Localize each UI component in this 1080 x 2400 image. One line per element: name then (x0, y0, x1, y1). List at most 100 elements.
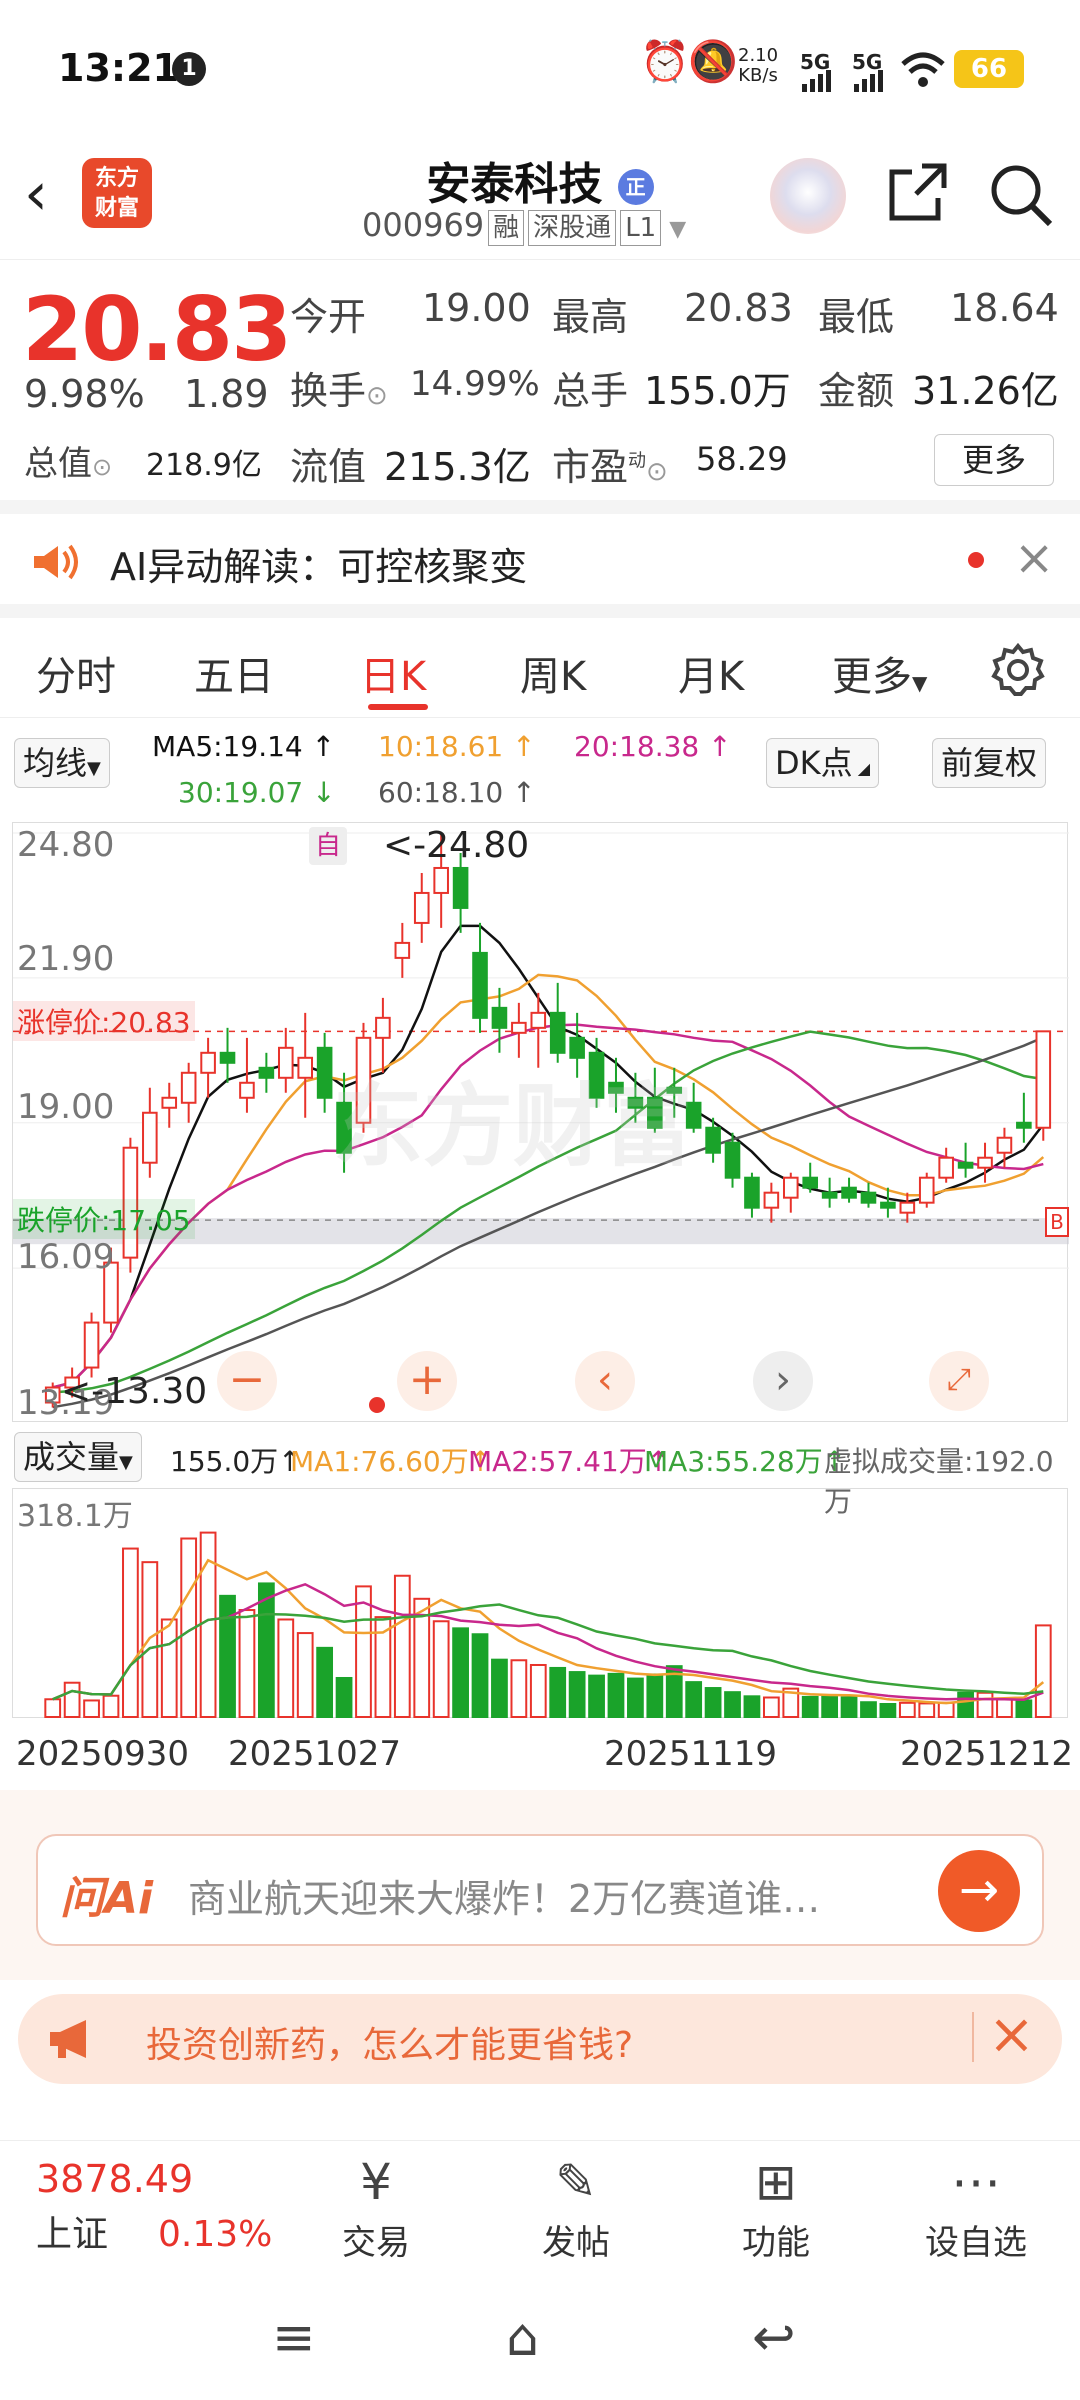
volume-bar (743, 1695, 761, 1719)
gear-icon[interactable] (990, 642, 1046, 698)
back-icon[interactable]: ↩ (752, 2308, 796, 2368)
candle-body (530, 1011, 547, 1029)
post-button[interactable]: ✎ 发帖 (506, 2149, 646, 2264)
candle-body (239, 1081, 255, 1099)
connect-tag: 深股通 (528, 210, 617, 246)
volume-bar (607, 1672, 625, 1719)
watermark: 东方财富 (333, 1074, 693, 1179)
add-watchlist-button[interactable]: ⋯ 设自选 (906, 2149, 1046, 2264)
close-icon[interactable]: × (988, 2002, 1035, 2067)
ai-assistant-avatar[interactable] (770, 158, 846, 234)
volume-select[interactable]: 成交量▼ (14, 1432, 142, 1482)
ma20-value: 20:18.38 ↑ (574, 730, 732, 763)
tab-daily-k[interactable]: 日K (360, 644, 426, 702)
edit-icon: ✎ (555, 2153, 597, 2211)
info-icon[interactable]: ⊙ (646, 457, 668, 487)
volume-bar (957, 1691, 974, 1719)
megaphone-icon (50, 2020, 86, 2058)
open-label: 今开 (290, 295, 367, 339)
date-label: 20250930 (16, 1734, 190, 1774)
volume-bar (996, 1698, 1013, 1719)
candlestick-chart[interactable]: 24.80 21.90 19.00 16.09 13.19 <-24.80 <-… (12, 822, 1069, 1423)
tab-intraday[interactable]: 分时 (36, 644, 116, 702)
tab-monthly-k[interactable]: 月K (678, 644, 744, 702)
zoom-out-button[interactable]: − (217, 1351, 277, 1411)
open-value: 19.00 (422, 286, 531, 330)
more-dots-icon: ⋯ (951, 2153, 1001, 2211)
quote-panel: 20.83 9.98% 1.89 今开 19.00 最高 20.83 最低 18… (0, 262, 1080, 502)
volume-bar (83, 1699, 100, 1719)
promo-banner[interactable]: 投资创新药，怎么才能更省钱? × (18, 1994, 1062, 2084)
info-icon[interactable]: ⊙ (92, 453, 112, 481)
caret-down-icon: ▼ (912, 671, 928, 695)
candle-body (724, 1141, 741, 1179)
vol-ma2: MA2:57.41万↑ (468, 1445, 671, 1478)
function-button[interactable]: ⊞ 功能 (706, 2149, 846, 2264)
high-value: 20.83 (684, 286, 793, 330)
indicator-select[interactable]: 均线▼ (14, 738, 110, 788)
volume-bar (335, 1676, 353, 1718)
index-name: 上证 (36, 2214, 109, 2255)
candle-body (1016, 1121, 1032, 1129)
date-label: 20251027 (228, 1734, 402, 1774)
volume-bar (277, 1618, 295, 1718)
volume-chart[interactable]: 318.1万 (12, 1488, 1068, 1719)
unread-dot (968, 552, 984, 568)
volume-bar (685, 1681, 703, 1718)
volume-bar (549, 1666, 567, 1718)
volume-bar (1034, 1624, 1052, 1718)
candle-body (394, 941, 411, 959)
send-arrow-icon[interactable]: → (938, 1850, 1020, 1932)
ma5-value: MA5:19.14 ↑ (152, 730, 336, 763)
info-icon[interactable]: ⊙ (366, 381, 388, 411)
search-icon[interactable] (988, 162, 1054, 228)
share-icon[interactable] (886, 162, 948, 224)
net-speed: 2.10 KB/s (738, 45, 779, 86)
home-icon[interactable]: ⌂ (506, 2308, 539, 2368)
divider (0, 604, 1080, 618)
candle-body (977, 1156, 993, 1169)
scroll-right-button[interactable]: › (753, 1351, 813, 1411)
fullscreen-icon[interactable]: ⤢ (929, 1351, 989, 1411)
tab-weekly-k[interactable]: 周K (520, 644, 586, 702)
mktcap-value: 218.9亿 (146, 448, 262, 483)
volume-bar (471, 1633, 489, 1719)
candle-body (375, 1016, 391, 1039)
adjust-select[interactable]: 前复权 (932, 738, 1047, 788)
ask-ai-input[interactable]: 问Ai 商业航天迎来大爆炸！2万亿赛道谁… → (36, 1834, 1044, 1946)
stock-code: 000969 (362, 206, 485, 244)
turnover-label: 换手⊙ (290, 369, 388, 413)
float-label: 流值 (290, 445, 367, 489)
volume-bar (44, 1698, 62, 1719)
volume-value: 155.0万↑ (170, 1445, 302, 1478)
tab-five-day[interactable]: 五日 (194, 644, 274, 702)
dk-point-select[interactable]: DK点 ◢ (766, 738, 880, 788)
float-value: 215.3亿 (384, 445, 531, 489)
vol-ma3: MA3:55.28万↑ (644, 1445, 847, 1478)
candle-body (142, 1111, 158, 1164)
candle-body (880, 1201, 896, 1209)
scroll-left-button[interactable]: ‹ (575, 1351, 635, 1411)
candle-body (705, 1126, 721, 1154)
trade-button[interactable]: ¥ 交易 (306, 2149, 446, 2264)
ai-alert-bar[interactable]: AI异动解读：可控核聚变 × (0, 512, 1080, 612)
ai-alert-text: AI异动解读：可控核聚变 (110, 545, 528, 589)
close-icon[interactable]: × (1014, 530, 1054, 586)
candle-body (549, 1011, 566, 1054)
stock-code-line: 000969 融深股通 L1 ▼ (362, 206, 686, 246)
caret-down-icon: ▼ (119, 1452, 133, 1473)
tab-more[interactable]: 更多▼ (832, 644, 927, 702)
volume-bar (102, 1694, 120, 1719)
volume-bar (898, 1701, 916, 1718)
zoom-in-button[interactable]: + (397, 1351, 457, 1411)
amount-label: 金额 (818, 369, 895, 413)
ask-ai-prompt: 商业航天迎来大爆炸！2万亿赛道谁… (188, 1877, 821, 1921)
menu-icon[interactable]: ≡ (272, 2308, 316, 2368)
index-ticker[interactable]: 3878.49 上证 0.13% (36, 2157, 296, 2257)
signal-bars-icon (802, 70, 883, 92)
volume-bar (1015, 1699, 1033, 1719)
more-button[interactable]: 更多 (934, 434, 1054, 486)
caret-down-icon[interactable]: ▼ (669, 217, 686, 242)
volume-bar (821, 1694, 839, 1719)
y-axis-label-4: 16.09 (17, 1237, 115, 1277)
